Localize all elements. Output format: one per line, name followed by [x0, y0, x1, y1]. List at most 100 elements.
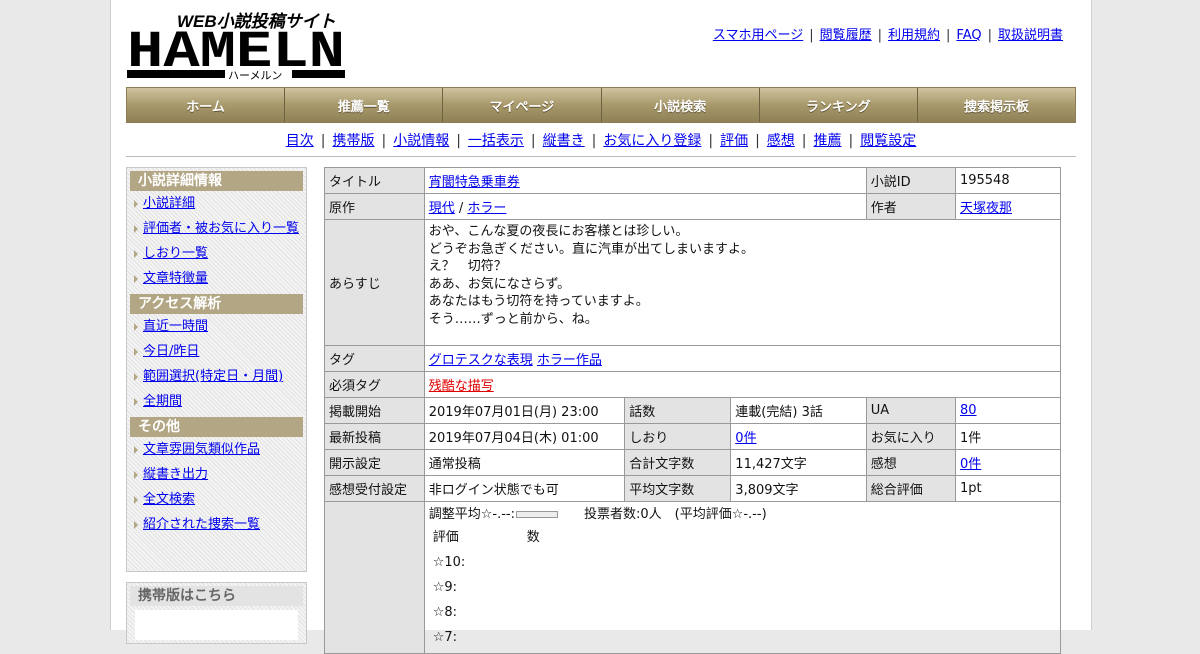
- arrow-icon: [134, 275, 138, 283]
- nav-search[interactable]: 小説検索: [601, 88, 760, 122]
- nav-ranking[interactable]: ランキング: [759, 88, 918, 122]
- arrow-icon: [134, 496, 138, 504]
- subnav-recommend[interactable]: 推薦: [814, 133, 842, 149]
- start-date: 2019年07月01日(月) 23:00: [423, 397, 626, 424]
- hameln-logo[interactable]: WEB小説投稿サイト HAMELN ハーメルン: [127, 10, 347, 80]
- subnav-mobile[interactable]: 携帯版: [332, 133, 374, 149]
- sidebar-section-title: アクセス解析: [130, 294, 303, 314]
- total-chars-label: 合計文字数: [624, 449, 732, 476]
- sidebar-item-label[interactable]: 文章雰囲気類似作品: [143, 442, 260, 457]
- bookmarks-label: しおり: [624, 423, 732, 450]
- table-row: 原作 現代 / ホラー 作者 天塚夜那: [324, 193, 1062, 220]
- summary-text: おや、こんな夏の夜長にお客様とは珍しい。 どうぞお急ぎください。直に汽車が出てし…: [423, 219, 1062, 346]
- sidebar-item[interactable]: 紹介された捜索一覧: [127, 512, 306, 537]
- link-terms[interactable]: 利用規約: [888, 28, 940, 43]
- nav-board[interactable]: 捜索掲示板: [917, 88, 1076, 122]
- mobile-box-title: 携帯版はこちら: [130, 586, 303, 606]
- title-link[interactable]: 宵闇特急乗車券: [429, 175, 520, 190]
- novel-subnav: 目次 | 携帯版 | 小説情報 | 一括表示 | 縦書き | お気に入り登録 | 評価 | 感想 | 推薦 | 閲覧…: [126, 130, 1076, 150]
- vote-summary: 調整平均☆-.--: 投票者数:0人 (平均評価☆-.--): [429, 505, 1056, 525]
- sidebar-item[interactable]: 評価者・被お気に入り一覧: [127, 216, 306, 241]
- sidebar-item[interactable]: 全文検索: [127, 487, 306, 512]
- start-label: 掲載開始: [324, 397, 425, 424]
- arrow-icon: [134, 521, 138, 529]
- sidebar-item-label[interactable]: 直近一時間: [143, 319, 208, 334]
- subnav-info[interactable]: 小説情報: [393, 133, 449, 149]
- votes-label: [324, 501, 425, 654]
- avg-chars-value: 3,809文字: [730, 475, 867, 502]
- required-tags-label: 必須タグ: [324, 371, 425, 398]
- sidebar-item[interactable]: しおり一覧: [127, 241, 306, 266]
- subnav-comments[interactable]: 感想: [767, 133, 795, 149]
- original-link-modern[interactable]: 現代: [429, 201, 455, 216]
- sidebar-item[interactable]: 全期間: [127, 389, 306, 414]
- separator: |: [381, 133, 387, 149]
- ua-label: UA: [865, 397, 956, 424]
- subnav-settings[interactable]: 閲覧設定: [860, 133, 916, 149]
- nav-home[interactable]: ホーム: [127, 88, 286, 122]
- sidebar-item-label[interactable]: 全期間: [143, 394, 182, 409]
- sidebar-item[interactable]: 縦書き出力: [127, 462, 306, 487]
- vote-header: 評価 数: [429, 525, 1056, 550]
- subnav-vertical[interactable]: 縦書き: [543, 133, 585, 149]
- sidebar-item[interactable]: 文章特徴量: [127, 266, 306, 291]
- arrow-icon: [134, 348, 138, 356]
- vote-row: ☆10:: [432, 555, 466, 570]
- link-smartphone[interactable]: スマホ用ページ: [713, 28, 803, 43]
- arrow-icon: [134, 250, 138, 258]
- subnav-favorite[interactable]: お気に入り登録: [603, 133, 701, 149]
- required-tags-cell: 残酷な描写: [423, 371, 1062, 398]
- tag-link[interactable]: グロテスクな表現: [429, 353, 533, 368]
- sidebar-item[interactable]: 直近一時間: [127, 314, 306, 339]
- sidebar-item[interactable]: 範囲選択(特定日・月間): [127, 364, 306, 389]
- sidebar-item-label[interactable]: しおり一覧: [143, 246, 208, 261]
- bookmarks-link[interactable]: 0件: [735, 431, 756, 446]
- separator: |: [320, 133, 326, 149]
- nav-mypage[interactable]: マイページ: [443, 88, 602, 122]
- subnav-all[interactable]: 一括表示: [468, 133, 524, 149]
- table-row: 調整平均☆-.--: 投票者数:0人 (平均評価☆-.--) 評価 数 ☆10: ☆…: [324, 501, 1062, 654]
- table-row: あらすじ おや、こんな夏の夜長にお客様とは珍しい。 どうぞお急ぎください。直に汽…: [324, 219, 1062, 346]
- separator: |: [708, 133, 714, 149]
- link-history[interactable]: 閲覧履歴: [820, 28, 872, 43]
- rating-bar: [515, 511, 558, 518]
- subnav-toc[interactable]: 目次: [286, 133, 314, 149]
- sidebar-item[interactable]: 文章雰囲気類似作品: [127, 437, 306, 462]
- sidebar-item-label[interactable]: 全文検索: [143, 492, 195, 507]
- sidebar-item-label[interactable]: 評価者・被お気に入り一覧: [143, 221, 299, 236]
- tag-link[interactable]: ホラー作品: [537, 353, 602, 368]
- link-manual[interactable]: 取扱説明書: [998, 28, 1063, 43]
- original-cell: 現代 / ホラー: [423, 193, 867, 220]
- comments-label: 感想: [865, 449, 956, 476]
- subnav-rate[interactable]: 評価: [720, 133, 748, 149]
- title-cell: 宵闇特急乗車券: [423, 167, 867, 194]
- arrow-icon: [134, 323, 138, 331]
- sidebar-item[interactable]: 小説詳細: [127, 191, 306, 216]
- sidebar-item-label[interactable]: 範囲選択(特定日・月間): [143, 369, 283, 384]
- sidebar-item[interactable]: 今日/昨日: [127, 339, 306, 364]
- sidebar-item-label[interactable]: 縦書き出力: [143, 467, 208, 482]
- separator: |: [877, 28, 882, 43]
- original-link-horror[interactable]: ホラー: [467, 201, 506, 216]
- separator: |: [946, 28, 951, 43]
- sidebar-item-label[interactable]: 今日/昨日: [143, 344, 199, 359]
- latest-date: 2019年07月04日(木) 01:00: [423, 423, 626, 450]
- disclosure-value: 通常投稿: [423, 449, 626, 476]
- vote-row: ☆7:: [432, 630, 458, 645]
- sidebar-item-label[interactable]: 文章特徴量: [143, 271, 208, 286]
- nav-recommend[interactable]: 推薦一覧: [285, 88, 444, 122]
- table-row: 開示設定 通常投稿 合計文字数 11,427文字 感想 0件: [324, 449, 1062, 476]
- comments-link[interactable]: 0件: [960, 457, 981, 472]
- required-tag-link[interactable]: 残酷な描写: [429, 379, 494, 394]
- link-faq[interactable]: FAQ: [956, 28, 981, 43]
- sidebar-item-label[interactable]: 小説詳細: [143, 196, 195, 211]
- svg-text:ハーメルン: ハーメルン: [228, 70, 282, 80]
- vote-row: ☆9:: [432, 580, 458, 595]
- main-nav: ホーム 推薦一覧 マイページ 小説検索 ランキング 捜索掲示板: [126, 87, 1076, 123]
- sidebar-item-label[interactable]: 紹介された捜索一覧: [143, 517, 260, 532]
- ua-link[interactable]: 80: [960, 403, 977, 418]
- author-link[interactable]: 天塚夜那: [960, 201, 1012, 216]
- latest-label: 最新投稿: [324, 423, 425, 450]
- comments-cell: 0件: [954, 449, 1062, 476]
- tags-cell: グロテスクな表現 ホラー作品: [423, 345, 1062, 372]
